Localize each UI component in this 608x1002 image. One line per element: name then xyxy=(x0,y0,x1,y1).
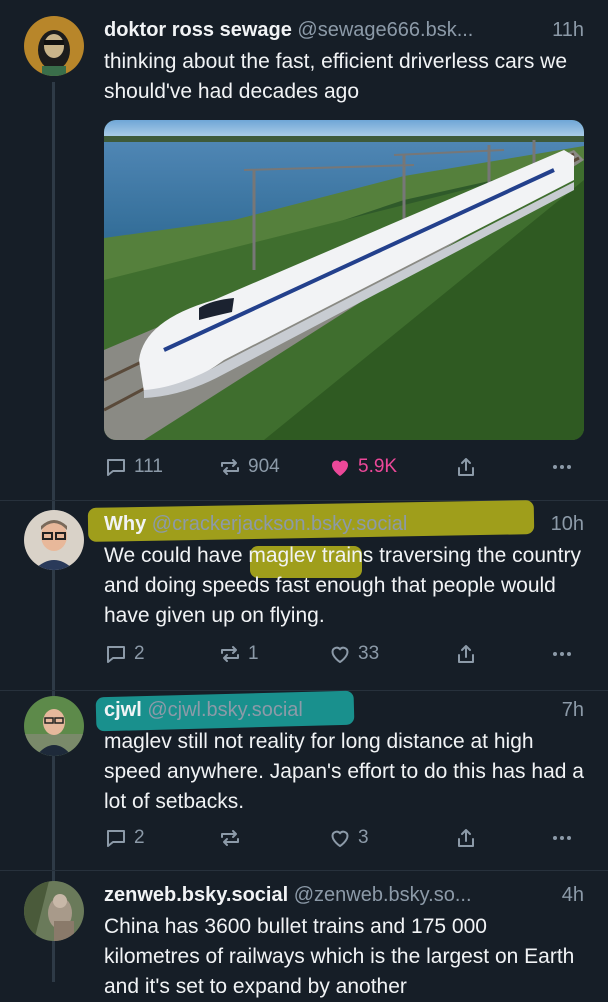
reply-button[interactable]: 2 xyxy=(104,642,145,666)
heart-filled-icon xyxy=(332,460,348,476)
post-time[interactable]: 10h xyxy=(551,510,584,538)
reply-count: 111 xyxy=(134,456,163,477)
author-name[interactable]: cjwl xyxy=(104,699,142,721)
post-1[interactable]: doktor ross sewage @sewage666.bsk... 11h… xyxy=(0,0,608,500)
like-button[interactable]: 3 xyxy=(328,826,369,850)
post-actions: 2 1 33 xyxy=(104,642,584,672)
repost-button[interactable]: 904 xyxy=(218,455,280,479)
author-handle[interactable]: @cjwl.bsky.social xyxy=(147,699,303,721)
repost-count: 1 xyxy=(248,643,259,664)
repost-icon xyxy=(221,459,239,475)
more-options-button[interactable] xyxy=(550,826,574,850)
repost-button[interactable] xyxy=(218,826,248,850)
post-time[interactable]: 4h xyxy=(562,881,584,909)
more-options-button[interactable] xyxy=(550,642,574,666)
post-time[interactable]: 11h xyxy=(552,16,584,44)
post-image-bullet-train[interactable] xyxy=(104,120,584,440)
heart-icon xyxy=(331,646,349,663)
like-button[interactable]: 33 xyxy=(328,642,379,666)
like-count: 33 xyxy=(358,643,380,664)
share-button[interactable] xyxy=(454,642,478,666)
post-actions: 2 3 xyxy=(104,826,584,856)
ellipsis-icon xyxy=(553,465,571,469)
share-icon xyxy=(458,645,474,663)
more-options-button[interactable] xyxy=(550,455,574,479)
reply-icon xyxy=(107,459,125,476)
post-2[interactable]: Why @crackerjackson.bsky.social 10h We c… xyxy=(0,500,608,690)
share-icon xyxy=(458,458,474,476)
reply-icon xyxy=(107,646,125,663)
post-text: thinking about the fast, efficient drive… xyxy=(104,50,568,103)
author-name[interactable]: Why xyxy=(104,513,146,535)
repost-icon xyxy=(221,830,239,846)
like-button[interactable]: 5.9K xyxy=(328,455,397,479)
post-time[interactable]: 7h xyxy=(562,696,584,724)
author-handle[interactable]: @sewage666.bsk... xyxy=(297,19,473,41)
share-icon xyxy=(458,829,474,847)
author-handle[interactable]: @crackerjackson.bsky.social xyxy=(152,513,408,535)
post-text: China has 3600 bullet trains and 175 000… xyxy=(104,915,575,998)
divider xyxy=(0,690,608,691)
author-handle[interactable]: @zenweb.bsky.so... xyxy=(294,884,472,906)
ellipsis-icon xyxy=(553,836,571,840)
share-button[interactable] xyxy=(454,826,478,850)
divider xyxy=(0,500,608,501)
divider xyxy=(0,870,608,871)
avatar-doktor-ross-sewage[interactable] xyxy=(24,16,84,76)
author-name[interactable]: doktor ross sewage xyxy=(104,19,292,41)
post-text: maglev still not reality for long distan… xyxy=(104,730,584,813)
reply-button[interactable]: 111 xyxy=(104,455,163,479)
repost-icon xyxy=(221,646,239,662)
reply-count: 2 xyxy=(134,643,145,664)
reply-icon xyxy=(107,830,125,847)
post-header: cjwl @cjwl.bsky.social 7h xyxy=(104,696,584,724)
like-count: 5.9K xyxy=(358,456,398,477)
post-4[interactable]: zenweb.bsky.social @zenweb.bsky.so... 4h… xyxy=(0,870,608,1000)
repost-count: 904 xyxy=(248,456,280,477)
heart-icon xyxy=(331,830,349,847)
post-text: We could have maglev trains traversing t… xyxy=(104,544,582,627)
post-3[interactable]: cjwl @cjwl.bsky.social 7h maglev still n… xyxy=(0,690,608,870)
share-button[interactable] xyxy=(454,455,478,479)
reply-button[interactable]: 2 xyxy=(104,826,145,850)
post-header: Why @crackerjackson.bsky.social 10h xyxy=(104,510,584,538)
avatar-cjwl[interactable] xyxy=(24,696,84,756)
author-name[interactable]: zenweb.bsky.social xyxy=(104,884,288,906)
reply-count: 2 xyxy=(134,827,145,848)
post-header: doktor ross sewage @sewage666.bsk... 11h xyxy=(104,16,584,44)
avatar-why[interactable] xyxy=(24,510,84,570)
post-header: zenweb.bsky.social @zenweb.bsky.so... 4h xyxy=(104,881,584,909)
like-count: 3 xyxy=(358,827,369,848)
post-actions: 111 904 5.9K xyxy=(104,455,584,485)
repost-button[interactable]: 1 xyxy=(218,642,259,666)
avatar-zenweb[interactable] xyxy=(24,881,84,941)
ellipsis-icon xyxy=(553,652,571,656)
